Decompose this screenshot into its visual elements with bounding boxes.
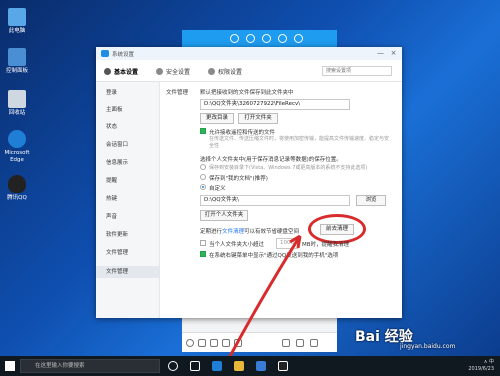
more-icon[interactable] (310, 339, 318, 347)
cortana-icon[interactable] (168, 361, 178, 371)
chat-tool-icon[interactable] (278, 34, 287, 43)
desktop-icon-label: Microsoft Edge (4, 150, 30, 163)
save-my-documents-label: 保存到"我的文档"(推荐) (209, 176, 268, 182)
shake-icon[interactable] (296, 339, 304, 347)
system-clock[interactable]: ∧ 中 2019/6/23 (468, 359, 494, 373)
chat-tool-icon[interactable] (246, 34, 255, 43)
sidebar-item-main-panel[interactable]: 主面板 (106, 105, 123, 113)
task-view-icon[interactable] (190, 361, 200, 371)
allow-receive-label: 允许接收遥控和传送的文件 (209, 130, 276, 136)
emoji-icon[interactable] (186, 339, 194, 347)
sidebar-item-status[interactable]: 状态 (106, 122, 117, 130)
cleanup-hint: 定期进行文件清理可以有效节省硬盘空间 (200, 229, 300, 235)
settings-app-icon (101, 50, 109, 57)
desktop-icon-label: 控制面板 (5, 68, 28, 74)
settings-content: 文件管理 默认把接收到的文件保存到此文件夹中 D:\QQ文件夹\32607279… (160, 82, 402, 318)
qq-icon[interactable] (278, 361, 288, 371)
edge-icon (8, 130, 26, 148)
tab-basic-settings[interactable]: 基本设置 (104, 67, 138, 76)
custom-location-radio[interactable] (200, 184, 206, 190)
system-settings-dialog: 系统设置 — × 基本设置 安全设置 权限设置 登录 主面板 状态 会话窗口 信… (96, 47, 402, 318)
personal-folder-choose-label: 选择个人文件夹中(用于保存消息记录等数据)的保存位置。 (200, 157, 342, 163)
custom-location-label: 自定义 (209, 186, 226, 192)
save-my-documents-radio[interactable] (200, 174, 206, 180)
tab-security-settings[interactable]: 安全设置 (156, 67, 190, 76)
lock-icon (156, 68, 163, 75)
desktop-icon-recycle-bin[interactable]: 回收站 (4, 90, 30, 117)
windows-start-icon[interactable] (5, 361, 15, 371)
size-limit-suffix: MB时，提醒我清理 (302, 242, 350, 248)
sidebar-item-hotkey[interactable]: 热键 (106, 194, 117, 202)
receive-folder-path-field[interactable]: D:\QQ文件夹\3260727922\FileRecv\ (200, 99, 350, 110)
size-limit-checkbox[interactable] (200, 240, 206, 246)
file-cleanup-link[interactable]: 文件清理 (222, 229, 244, 235)
sidebar-item-software-update[interactable]: 文件管理 (106, 248, 128, 256)
save-install-dir-radio[interactable] (200, 164, 206, 170)
desktop-icon-control-panel[interactable]: 控制面板 (4, 48, 30, 75)
size-limit-prefix: 当个人文件夹大小超过 (209, 242, 265, 248)
minimize-button[interactable]: — (376, 49, 385, 58)
size-limit-input[interactable]: 1000 (276, 238, 298, 249)
sidebar-item-chat-window[interactable]: 会话窗口 (106, 140, 128, 148)
settings-search-input[interactable] (322, 66, 392, 76)
image-icon[interactable] (234, 339, 242, 347)
gear-icon (104, 68, 111, 75)
context-menu-checkbox[interactable] (200, 251, 206, 257)
desktop-icon-qq[interactable]: 腾讯QQ (4, 175, 30, 202)
store-icon[interactable] (256, 361, 266, 371)
sidebar-item-sound[interactable]: 软件更新 (106, 230, 128, 238)
allow-receive-checkbox[interactable] (200, 128, 206, 134)
edge-icon[interactable] (212, 361, 222, 371)
desktop-icon-edge[interactable]: Microsoft Edge (4, 130, 30, 164)
settings-tabs: 基本设置 安全设置 权限设置 (96, 60, 402, 82)
custom-folder-path-field[interactable]: D:\QQ文件夹\ (200, 195, 350, 206)
chat-window-header (182, 30, 337, 48)
save-install-dir-label: 保存到安装目录下(Vista、Windows 7或更高版本的系统不支持此选项) (209, 165, 368, 171)
file-explorer-icon[interactable] (234, 361, 244, 371)
sidebar-item-reminder[interactable]: 提醒 (106, 176, 117, 184)
allow-receive-description: 在传送文件、传送压缩文件时，将使用加密传输，能提高文件传输速度、稳定与安全性 (209, 136, 390, 149)
receive-folder-description: 默认把接收到的文件保存到此文件夹中 (200, 90, 294, 96)
change-directory-button[interactable]: 更改目录 (200, 113, 234, 124)
sidebar-item-file-management[interactable]: 文件管理 (96, 266, 159, 278)
desktop-icon-label: 此电脑 (8, 28, 26, 34)
section-label-file-management: 文件管理 (166, 90, 189, 96)
desktop-icon-label: 回收站 (8, 110, 26, 116)
settings-sidebar: 登录 主面板 状态 会话窗口 信息展示 提醒 热键 声音 软件更新 文件管理 文… (96, 82, 160, 318)
baidu-watermark-url: jingyan.baidu.com (400, 343, 456, 350)
browse-button[interactable]: 浏览 (356, 195, 386, 206)
dialog-title: 系统设置 (112, 52, 135, 58)
recycle-bin-icon (8, 90, 26, 108)
gif-icon[interactable] (198, 339, 206, 347)
computer-icon (8, 8, 26, 26)
close-button[interactable]: × (389, 49, 398, 58)
open-folder-button[interactable]: 打开文件夹 (238, 113, 278, 124)
sidebar-item-display[interactable]: 声音 (106, 212, 117, 220)
context-menu-label: 在系统右键菜单中显示"通过QQ发送到我的手机"选项 (209, 253, 339, 259)
scissors-icon[interactable] (210, 339, 218, 347)
qq-penguin-icon (8, 175, 26, 193)
taskbar: 在这里输入你要搜索 ∧ 中 2019/6/23 (0, 356, 500, 376)
mic-icon[interactable] (282, 339, 290, 347)
desktop-icon-label: 腾讯QQ (7, 195, 27, 201)
chat-tool-icon[interactable] (294, 34, 303, 43)
sidebar-item-login[interactable]: 登录 (106, 88, 117, 96)
control-panel-icon (8, 48, 26, 66)
taskbar-search-box[interactable]: 在这里输入你要搜索 (20, 359, 160, 373)
chat-input-toolbar (182, 332, 337, 352)
dialog-titlebar: 系统设置 — × (96, 47, 402, 60)
shield-icon (208, 68, 215, 75)
open-personal-folder-button[interactable]: 打开个人文件夹 (200, 210, 248, 221)
tab-permission-settings[interactable]: 权限设置 (208, 67, 242, 76)
folder-icon[interactable] (222, 339, 230, 347)
desktop-icon-this-pc[interactable]: 此电脑 (4, 8, 30, 35)
chat-tool-icon[interactable] (262, 34, 271, 43)
sidebar-item-info-display[interactable]: 信息展示 (106, 158, 128, 166)
chat-tool-icon[interactable] (230, 34, 239, 43)
